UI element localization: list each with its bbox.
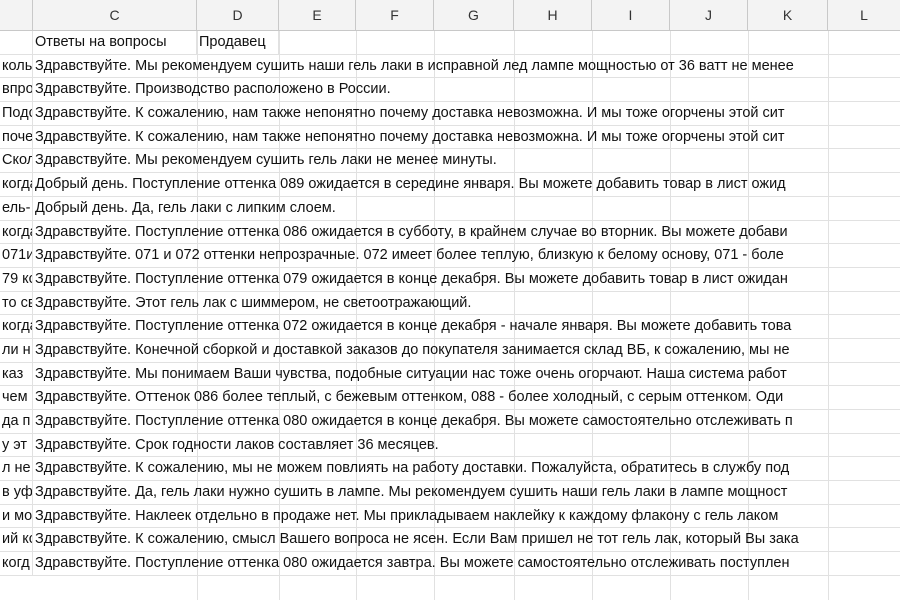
cell-grid: Ответы на вопросы Продавец коль Здравству… <box>0 31 900 576</box>
table-row: впро Здравствуйте. Производство расположе… <box>0 78 900 103</box>
table-row: то св Здравствуйте. Этот гель лак с шимме… <box>0 291 900 316</box>
cell-answer[interactable]: Здравствуйте. К сожалению, нам также неп… <box>33 126 899 149</box>
table-row: 79 кс Здравствуйте. Поступление оттенка 0… <box>0 267 900 292</box>
cell-question[interactable]: ли н <box>0 338 33 362</box>
table-row: Подс Здравствуйте. К сожалению, нам также… <box>0 102 900 126</box>
table-row-header: Ответы на вопросы Продавец <box>0 31 900 55</box>
column-header-e[interactable]: E <box>279 0 356 30</box>
cell-answer[interactable]: Здравствуйте. 071 и 072 оттенки непрозра… <box>33 244 899 267</box>
cell-question[interactable]: то св <box>0 291 33 315</box>
table-row: и мо: Здравствуйте. Наклеек отдельно в пр… <box>0 504 900 529</box>
cell-answer[interactable]: Здравствуйте. Поступление оттенка 086 ож… <box>33 221 899 244</box>
cell-answer[interactable]: Добрый день. Поступление оттенка 089 ожи… <box>33 173 899 196</box>
cell-question[interactable]: каз <box>0 362 33 386</box>
cell-answer[interactable]: Здравствуйте. К сожалению, нам также неп… <box>33 102 899 125</box>
spreadsheet: C D E F G H I J K L Ответы на вопросы Пр… <box>0 0 900 600</box>
column-header-bar: C D E F G H I J K L <box>0 0 900 31</box>
cell-answers-header[interactable]: Ответы на вопросы <box>33 31 197 54</box>
table-row: чем Здравствуйте. Оттенок 086 более теплы… <box>0 386 900 410</box>
table-row: да п Здравствуйте. Поступление оттенка 08… <box>0 410 900 434</box>
cell-question[interactable]: да п <box>0 410 33 433</box>
column-header-g[interactable]: G <box>434 0 514 30</box>
column-header-k[interactable]: K <box>748 0 828 30</box>
cell-b[interactable] <box>0 31 33 54</box>
cell-answer[interactable]: Здравствуйте. Да, гель лаки нужно сушить… <box>33 481 899 504</box>
cell-question[interactable]: в уф <box>0 481 33 504</box>
cell-answer[interactable]: Здравствуйте. К сожалению, мы не можем п… <box>33 457 899 480</box>
table-row: когд Здравствуйте. Поступление оттенка 08… <box>0 552 900 576</box>
cell-question[interactable]: Подс <box>0 102 33 125</box>
cell-answer[interactable]: Здравствуйте. Поступление оттенка 072 ож… <box>33 315 899 338</box>
cell-answer[interactable]: Здравствуйте. Поступление оттенка 080 ож… <box>33 552 899 575</box>
cell-answer[interactable]: Добрый день. Да, гель лаки с липким слое… <box>33 197 899 220</box>
cell-answer[interactable]: Здравствуйте. Наклеек отдельно в продаже… <box>33 505 899 528</box>
cell-question[interactable]: впро <box>0 78 33 102</box>
cell-answer[interactable]: Здравствуйте. Мы рекомендуем сушить гель… <box>33 149 899 172</box>
column-header-f[interactable]: F <box>356 0 434 30</box>
table-row: ли н Здравствуйте. Конечной сборкой и дос… <box>0 338 900 363</box>
table-row: когдаЗдравствуйте. Поступление оттенка 0… <box>0 315 900 339</box>
column-header-j[interactable]: J <box>670 0 748 30</box>
column-header-c[interactable]: C <box>33 0 197 30</box>
cell-question[interactable]: Скол <box>0 149 33 173</box>
cell-question[interactable]: когд <box>0 552 33 575</box>
cell-question[interactable]: поче <box>0 125 33 149</box>
cell-answer[interactable]: Здравствуйте. Оттенок 086 более теплый, … <box>33 386 899 409</box>
table-row: у эт Здравствуйте. Срок годности лаков со… <box>0 433 900 458</box>
cell-answer[interactable]: Здравствуйте. Срок годности лаков состав… <box>33 434 899 457</box>
table-row: когдаДобрый день. Поступление оттенка 08… <box>0 173 900 197</box>
table-row: ий кс Здравствуйте. К сожалению, смысл Ва… <box>0 528 900 553</box>
cell-answer[interactable]: Здравствуйте. Этот гель лак с шиммером, … <box>33 292 899 315</box>
cell-answer[interactable]: Здравствуйте. Мы рекомендуем сушить наши… <box>33 55 899 78</box>
cell-question[interactable]: ий кс <box>0 528 33 552</box>
table-row: коль Здравствуйте. Мы рекомендуем сушить … <box>0 54 900 79</box>
table-row: в уф Здравствуйте. Да, гель лаки нужно су… <box>0 481 900 505</box>
cell-question[interactable]: л не <box>0 457 33 481</box>
table-row: ель- Добрый день. Да, гель лаки с липким … <box>0 196 900 221</box>
cell-question[interactable]: когда <box>0 220 33 244</box>
table-row: л не Здравствуйте. К сожалению, мы не мож… <box>0 457 900 482</box>
column-header-i[interactable]: I <box>592 0 670 30</box>
cell-question[interactable]: 79 кс <box>0 267 33 291</box>
cell-question[interactable]: у эт <box>0 433 33 457</box>
table-row: когдаЗдравствуйте. Поступление оттенка 0… <box>0 220 900 245</box>
cell-question[interactable]: когда <box>0 173 33 196</box>
cell-answer[interactable]: Здравствуйте. Поступление оттенка 080 ож… <box>33 410 899 433</box>
cell-answer[interactable]: Здравствуйте. К сожалению, смысл Вашего … <box>33 528 899 551</box>
cell-answer[interactable]: Здравствуйте. Мы понимаем Ваши чувства, … <box>33 363 899 386</box>
column-header-h[interactable]: H <box>514 0 592 30</box>
table-row: поче Здравствуйте. К сожалению, нам также… <box>0 125 900 150</box>
cell-answer[interactable]: Здравствуйте. Поступление оттенка 079 ож… <box>33 268 899 291</box>
cell-question[interactable]: коль <box>0 54 33 78</box>
column-header-b[interactable] <box>0 0 33 30</box>
cell-question[interactable]: когда <box>0 315 33 338</box>
cell-answer[interactable]: Здравствуйте. Конечной сборкой и доставк… <box>33 339 899 362</box>
table-row: Скол Здравствуйте. Мы рекомендуем сушить … <box>0 149 900 174</box>
column-header-d[interactable]: D <box>197 0 279 30</box>
cell-seller-header[interactable]: Продавец <box>197 31 279 54</box>
column-header-l[interactable]: L <box>828 0 900 30</box>
cell-question[interactable]: чем <box>0 386 33 409</box>
cell-question[interactable]: 071и <box>0 244 33 267</box>
cell-question[interactable]: и мо: <box>0 504 33 528</box>
cell-answer[interactable]: Здравствуйте. Производство расположено в… <box>33 78 899 101</box>
table-row: 071и Здравствуйте. 071 и 072 оттенки непр… <box>0 244 900 268</box>
cell-question[interactable]: ель- <box>0 196 33 220</box>
table-row: каз Здравствуйте. Мы понимаем Ваши чувств… <box>0 362 900 387</box>
